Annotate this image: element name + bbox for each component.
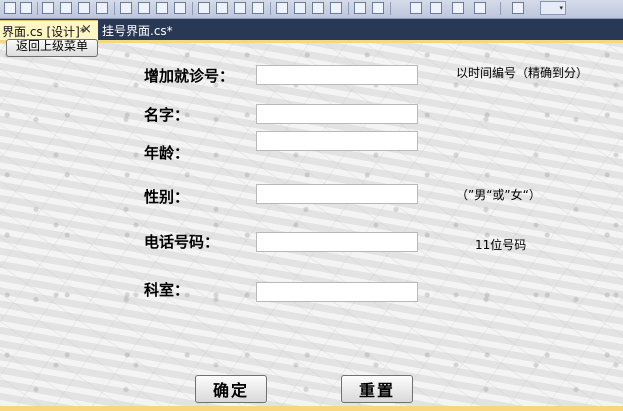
vspacing-decrease-icon[interactable] bbox=[312, 2, 324, 14]
toolbar-separator bbox=[114, 2, 115, 15]
hspacing-increase-icon[interactable] bbox=[216, 2, 228, 14]
bring-front-icon[interactable] bbox=[410, 2, 422, 14]
tab-label: 界面.cs [设计]* bbox=[2, 25, 86, 39]
tab-order-icon[interactable] bbox=[452, 2, 464, 14]
lock-controls-icon[interactable] bbox=[474, 2, 486, 14]
toolbar-separator bbox=[348, 2, 349, 15]
name-label: 名字： bbox=[144, 106, 190, 124]
tab-code-file[interactable]: 挂号界面.cs* bbox=[102, 22, 173, 40]
visit-number-hint: 以时间编号（精确到分） bbox=[456, 66, 589, 80]
align-right-icon[interactable] bbox=[42, 2, 54, 14]
toolbar-separator bbox=[270, 2, 271, 15]
gender-hint: （”男“或”女“） bbox=[456, 188, 541, 202]
align-middle-icon[interactable] bbox=[78, 2, 90, 14]
visit-number-input[interactable] bbox=[256, 65, 418, 85]
name-input[interactable] bbox=[256, 104, 418, 124]
document-tab-strip: 界面.cs [设计]* × 挂号界面.cs* bbox=[0, 19, 623, 40]
toolbar-separator bbox=[192, 2, 193, 15]
reset-button[interactable]: 重置 bbox=[341, 375, 413, 403]
toolbar-options-icon[interactable] bbox=[512, 2, 524, 14]
layout-toolbar: ▾ bbox=[0, 0, 623, 19]
toolbar-separator bbox=[500, 2, 501, 15]
same-width-icon[interactable] bbox=[120, 2, 132, 14]
toolbar-separator bbox=[390, 2, 391, 15]
tab-label: 挂号界面.cs* bbox=[102, 24, 173, 38]
confirm-button[interactable]: 确定 bbox=[195, 375, 267, 403]
back-to-menu-button[interactable]: 返回上级菜单 bbox=[6, 39, 98, 57]
center-horizontal-icon[interactable] bbox=[354, 2, 366, 14]
phone-label: 电话号码： bbox=[144, 233, 220, 251]
vspacing-increase-icon[interactable] bbox=[294, 2, 306, 14]
gender-label: 性别： bbox=[144, 188, 190, 206]
same-height-icon[interactable] bbox=[138, 2, 150, 14]
close-icon[interactable]: × bbox=[81, 22, 92, 37]
age-label: 年龄： bbox=[144, 144, 190, 162]
hspacing-equal-icon[interactable] bbox=[198, 2, 210, 14]
form-design-surface: 返回上级菜单 增加就诊号： 以时间编号（精确到分） 名字： 年龄： 性别： （”… bbox=[0, 39, 623, 406]
gender-input[interactable] bbox=[256, 184, 418, 204]
send-back-icon[interactable] bbox=[430, 2, 442, 14]
hspacing-decrease-icon[interactable] bbox=[234, 2, 246, 14]
same-size-icon[interactable] bbox=[156, 2, 168, 14]
vspacing-equal-icon[interactable] bbox=[276, 2, 288, 14]
phone-hint: 11位号码 bbox=[475, 238, 527, 252]
center-vertical-icon[interactable] bbox=[372, 2, 384, 14]
chevron-down-icon: ▾ bbox=[559, 4, 563, 12]
toolbar-overflow-dropdown[interactable]: ▾ bbox=[540, 1, 566, 15]
tab-designer-active[interactable]: 界面.cs [设计]* × bbox=[0, 20, 98, 40]
toolbar-separator bbox=[37, 2, 38, 15]
vspacing-remove-icon[interactable] bbox=[330, 2, 342, 14]
department-input[interactable] bbox=[256, 282, 418, 302]
hspacing-remove-icon[interactable] bbox=[252, 2, 264, 14]
align-top-icon[interactable] bbox=[60, 2, 72, 14]
align-center-icon[interactable] bbox=[20, 2, 32, 14]
phone-input[interactable] bbox=[256, 232, 418, 252]
designer-border-bottom bbox=[0, 406, 623, 411]
visit-number-label: 增加就诊号： bbox=[144, 67, 235, 85]
size-to-grid-icon[interactable] bbox=[174, 2, 186, 14]
age-input[interactable] bbox=[256, 131, 418, 151]
align-bottom-icon[interactable] bbox=[96, 2, 108, 14]
department-label: 科室： bbox=[144, 281, 190, 299]
align-left-icon[interactable] bbox=[4, 2, 16, 14]
